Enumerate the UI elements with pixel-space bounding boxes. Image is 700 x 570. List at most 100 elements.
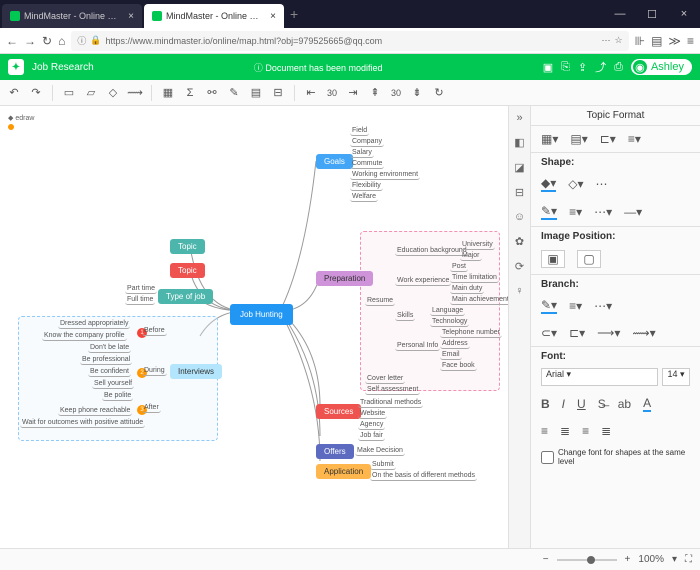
leaf-node[interactable]: Main achievement: [450, 295, 508, 305]
new-tab-button[interactable]: +: [290, 6, 298, 22]
interviews-node[interactable]: Interviews: [170, 364, 222, 379]
leaf-node[interactable]: Agency: [358, 420, 385, 430]
branch-arrow-icon[interactable]: ⊏▾: [569, 326, 585, 340]
leaf-node[interactable]: Website: [358, 409, 387, 419]
sources-node[interactable]: Sources: [316, 404, 361, 419]
note-icon[interactable]: ▤: [248, 86, 264, 99]
topic-icon[interactable]: ▭: [61, 86, 77, 99]
leaf-node[interactable]: Education background: [395, 246, 469, 256]
forward-icon[interactable]: →: [24, 34, 36, 48]
leaf-node[interactable]: Keep phone reachable: [58, 406, 132, 416]
fill-icon[interactable]: ◆▾: [541, 176, 556, 192]
dash-icon[interactable]: ⋯▾: [594, 205, 612, 219]
leaf-node[interactable]: Submit: [370, 460, 396, 470]
share-icon[interactable]: ⤴: [595, 59, 606, 75]
subtopic-icon[interactable]: ▱: [83, 86, 99, 99]
minimize-button[interactable]: —: [604, 8, 636, 21]
leaf-node[interactable]: Email: [440, 350, 462, 360]
zoom-slider[interactable]: [557, 559, 617, 561]
leaf-node[interactable]: Know the company profile: [42, 331, 127, 341]
leaf-node[interactable]: University: [460, 240, 495, 250]
info-icon[interactable]: ⓘ: [77, 34, 86, 47]
url-bar[interactable]: ⓘ 🔒 https://www.mindmaster.io/online/map…: [71, 31, 628, 51]
imgpos-left[interactable]: ▣: [541, 250, 565, 268]
line-icon[interactable]: ✎▾: [541, 204, 557, 220]
case-button[interactable]: ab: [618, 397, 631, 411]
formula-icon[interactable]: Σ: [182, 87, 198, 99]
leaf-node[interactable]: Dressed appropriately: [58, 319, 130, 329]
link-icon[interactable]: ⚯: [204, 86, 220, 99]
leaf-node[interactable]: Don't be late: [88, 343, 131, 353]
leaf-node[interactable]: Self assessment: [365, 385, 420, 395]
leaf-node[interactable]: Cover letter: [365, 374, 405, 384]
refresh-icon[interactable]: ↻: [431, 86, 447, 99]
eraser-icon[interactable]: ◪: [514, 161, 524, 174]
hspace-icon[interactable]: ⇤: [303, 86, 319, 99]
italic-button[interactable]: I: [562, 397, 565, 411]
undo-icon[interactable]: ↶: [6, 86, 22, 99]
leaf-node[interactable]: Commute: [350, 159, 384, 169]
leaf-node[interactable]: Be professional: [80, 355, 132, 365]
export-icon[interactable]: ⇪: [578, 61, 587, 74]
arrow-icon[interactable]: ―▾: [624, 205, 642, 219]
leaf-node[interactable]: Traditional methods: [358, 398, 423, 408]
application-node[interactable]: Application: [316, 464, 371, 479]
branch-style-icon[interactable]: ⋯▾: [594, 299, 612, 313]
leaf-node[interactable]: Major: [460, 251, 482, 261]
copy-icon[interactable]: ⎘: [561, 61, 570, 74]
more-icon[interactable]: ≫: [668, 34, 681, 48]
leaf-node[interactable]: Sell yourself: [92, 379, 134, 389]
save-icon[interactable]: ▣: [543, 61, 553, 74]
redo-icon[interactable]: ↷: [28, 86, 44, 99]
leaf-node[interactable]: After: [142, 403, 161, 413]
branch-end-icon[interactable]: ⟶▾: [597, 326, 620, 340]
same-level-checkbox[interactable]: [541, 451, 554, 464]
layout3-icon[interactable]: ⊏▾: [600, 132, 616, 146]
fullscreen-icon[interactable]: ⛶: [685, 554, 692, 565]
align-justify-button[interactable]: ≣: [601, 424, 611, 438]
image-icon[interactable]: ▦: [160, 86, 176, 99]
leaf-node[interactable]: Main duty: [450, 284, 484, 294]
floating-icon[interactable]: ◇: [105, 86, 121, 99]
leaf-node[interactable]: Face book: [440, 361, 477, 371]
close-button[interactable]: ×: [668, 8, 700, 21]
expand-icon[interactable]: »: [516, 112, 522, 124]
layout1-icon[interactable]: ▦▾: [541, 132, 558, 146]
align-left-button[interactable]: ≡: [541, 424, 548, 438]
back-icon[interactable]: ←: [6, 34, 18, 48]
clipart-icon[interactable]: ✿: [515, 235, 524, 248]
icons-icon[interactable]: ☺: [514, 211, 525, 223]
app-logo-icon[interactable]: ✦: [8, 59, 24, 75]
branch-curve-icon[interactable]: ⊂▾: [541, 326, 557, 340]
leaf-node[interactable]: Field: [350, 126, 369, 136]
type-node[interactable]: Type of job: [158, 289, 213, 304]
zoom-out-button[interactable]: −: [543, 554, 549, 565]
layout2-icon[interactable]: ▤▾: [570, 132, 587, 146]
maximize-button[interactable]: ☐: [636, 8, 668, 21]
leaf-node[interactable]: Skills: [395, 311, 415, 321]
preparation-node[interactable]: Preparation: [316, 271, 373, 286]
align-center-button[interactable]: ≣: [560, 424, 570, 438]
shape-icon[interactable]: ◇▾: [568, 177, 583, 191]
font-color-button[interactable]: A: [643, 396, 651, 412]
leaf-node[interactable]: Company: [350, 137, 384, 147]
format-icon[interactable]: ◧: [514, 136, 524, 149]
sidebar-icon[interactable]: ▤: [651, 34, 662, 48]
leaf-node[interactable]: Language: [430, 306, 465, 316]
more-shape-icon[interactable]: ⋯: [596, 177, 608, 191]
leaf-node[interactable]: Telephone number: [440, 328, 502, 338]
vspace-icon[interactable]: ⇞: [367, 86, 383, 99]
leaf-node[interactable]: Make Decision: [355, 446, 405, 456]
weight-icon[interactable]: ≡▾: [569, 205, 582, 219]
idea-icon[interactable]: ♀: [515, 285, 523, 297]
browser-tab-active[interactable]: MindMaster - Online Mind M ×: [144, 4, 284, 28]
goals-node[interactable]: Goals: [316, 154, 353, 169]
leaf-node[interactable]: Full time: [125, 295, 155, 305]
leaf-node[interactable]: Salary: [350, 148, 374, 158]
topic-node[interactable]: Topic: [170, 239, 205, 254]
leaf-node[interactable]: Address: [440, 339, 470, 349]
center-node[interactable]: Job Hunting: [230, 304, 293, 325]
comment-icon[interactable]: ⊟: [270, 86, 286, 99]
close-icon[interactable]: ×: [128, 11, 134, 22]
home-icon[interactable]: ⌂: [58, 34, 65, 48]
